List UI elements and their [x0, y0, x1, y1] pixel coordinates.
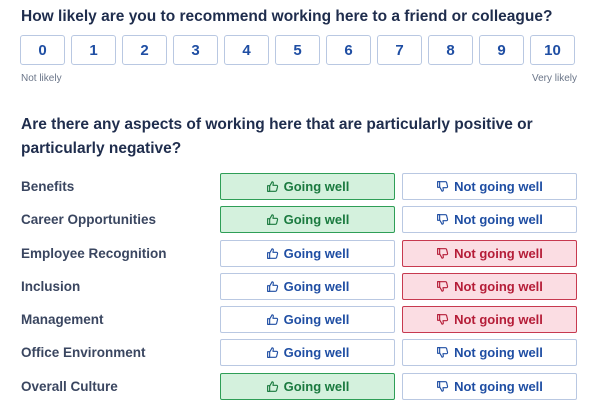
aspect-label: Career Opportunities	[21, 212, 157, 228]
aspect-label: Overall Culture	[21, 378, 118, 394]
thumbs-up-icon	[266, 247, 279, 260]
going-well-label: Going well	[283, 312, 350, 328]
not-going-well-label: Not going well	[454, 312, 543, 328]
thumbs-down-icon	[436, 213, 449, 226]
nps-option-9[interactable]: 9	[479, 35, 524, 65]
nps-option-5[interactable]: 5	[275, 35, 320, 65]
going-well-button[interactable]: Going well	[220, 272, 395, 300]
thumbs-up-icon	[266, 380, 279, 393]
going-well-button[interactable]: Going well	[220, 372, 395, 400]
scale-low-label: Not likely	[21, 73, 62, 84]
not-going-well-label: Not going well	[454, 245, 543, 261]
going-well-button[interactable]: Going well	[220, 306, 395, 334]
thumbs-up-icon	[266, 346, 279, 359]
nps-question: How likely are you to recommend working …	[21, 8, 553, 25]
nps-scale: 0 1 2 3 4 5 6 7 8 9 10	[20, 35, 575, 65]
thumbs-up-icon	[266, 280, 279, 293]
not-going-well-label: Not going well	[454, 378, 543, 394]
not-going-well-button[interactable]: Not going well	[402, 272, 577, 300]
nps-option-0[interactable]: 0	[20, 35, 65, 65]
going-well-label: Going well	[283, 345, 350, 361]
nps-option-6[interactable]: 6	[326, 35, 371, 65]
scale-high-label: Very likely	[531, 73, 577, 84]
going-well-label: Going well	[283, 245, 350, 261]
going-well-button[interactable]: Going well	[220, 173, 395, 200]
aspect-row-office-environment: Office Environment Going well Not going we…	[0, 339, 596, 372]
aspect-label: Employee Recognition	[21, 245, 167, 261]
going-well-button[interactable]: Going well	[220, 206, 395, 234]
aspect-row-benefits: Benefits Going well Not going well	[0, 173, 596, 206]
thumbs-down-icon	[436, 280, 449, 293]
not-going-well-button[interactable]: Not going well	[402, 306, 577, 334]
aspect-row-management: Management Going well Not going well	[0, 306, 596, 339]
aspect-label: Inclusion	[21, 278, 81, 294]
not-going-well-label: Not going well	[454, 179, 543, 194]
not-going-well-label: Not going well	[454, 345, 543, 361]
going-well-label: Going well	[283, 278, 350, 294]
nps-option-2[interactable]: 2	[122, 35, 167, 65]
thumbs-up-icon	[266, 213, 279, 226]
going-well-label: Going well	[283, 378, 350, 394]
not-going-well-label: Not going well	[454, 212, 543, 228]
aspects-list: Benefits Going well Not going well Career O…	[0, 173, 596, 406]
aspect-label: Office Environment	[21, 345, 146, 361]
not-going-well-button[interactable]: Not going well	[402, 372, 577, 400]
not-going-well-button[interactable]: Not going well	[402, 173, 577, 200]
aspect-row-inclusion: Inclusion Going well Not going well	[0, 272, 596, 306]
not-going-well-button[interactable]: Not going well	[402, 339, 577, 367]
nps-option-1[interactable]: 1	[71, 35, 116, 65]
going-well-label: Going well	[283, 179, 350, 194]
going-well-label: Going well	[283, 212, 350, 228]
not-going-well-button[interactable]: Not going well	[402, 206, 577, 234]
thumbs-down-icon	[436, 380, 449, 393]
thumbs-down-icon	[436, 180, 449, 193]
thumbs-down-icon	[436, 247, 449, 260]
aspect-label: Management	[21, 312, 104, 328]
thumbs-up-icon	[266, 313, 279, 326]
aspect-row-career-opportunities: Career Opportunities Going well Not going …	[0, 206, 596, 239]
nps-option-7[interactable]: 7	[377, 35, 422, 65]
thumbs-down-icon	[436, 346, 449, 359]
aspect-row-overall-culture: Overall Culture Going well Not going well	[0, 372, 596, 406]
aspects-question: Are there any aspects of working here th…	[21, 116, 533, 157]
going-well-button[interactable]: Going well	[220, 239, 395, 267]
thumbs-down-icon	[436, 313, 449, 326]
nps-option-10[interactable]: 10	[530, 35, 575, 65]
going-well-button[interactable]: Going well	[220, 339, 395, 367]
aspect-row-employee-recognition: Employee Recognition Going well Not going …	[0, 239, 596, 273]
aspect-label: Benefits	[21, 179, 75, 194]
thumbs-up-icon	[266, 180, 279, 193]
nps-option-8[interactable]: 8	[428, 35, 473, 65]
not-going-well-label: Not going well	[454, 278, 543, 294]
not-going-well-button[interactable]: Not going well	[402, 239, 577, 267]
nps-option-3[interactable]: 3	[173, 35, 218, 65]
nps-option-4[interactable]: 4	[224, 35, 269, 65]
